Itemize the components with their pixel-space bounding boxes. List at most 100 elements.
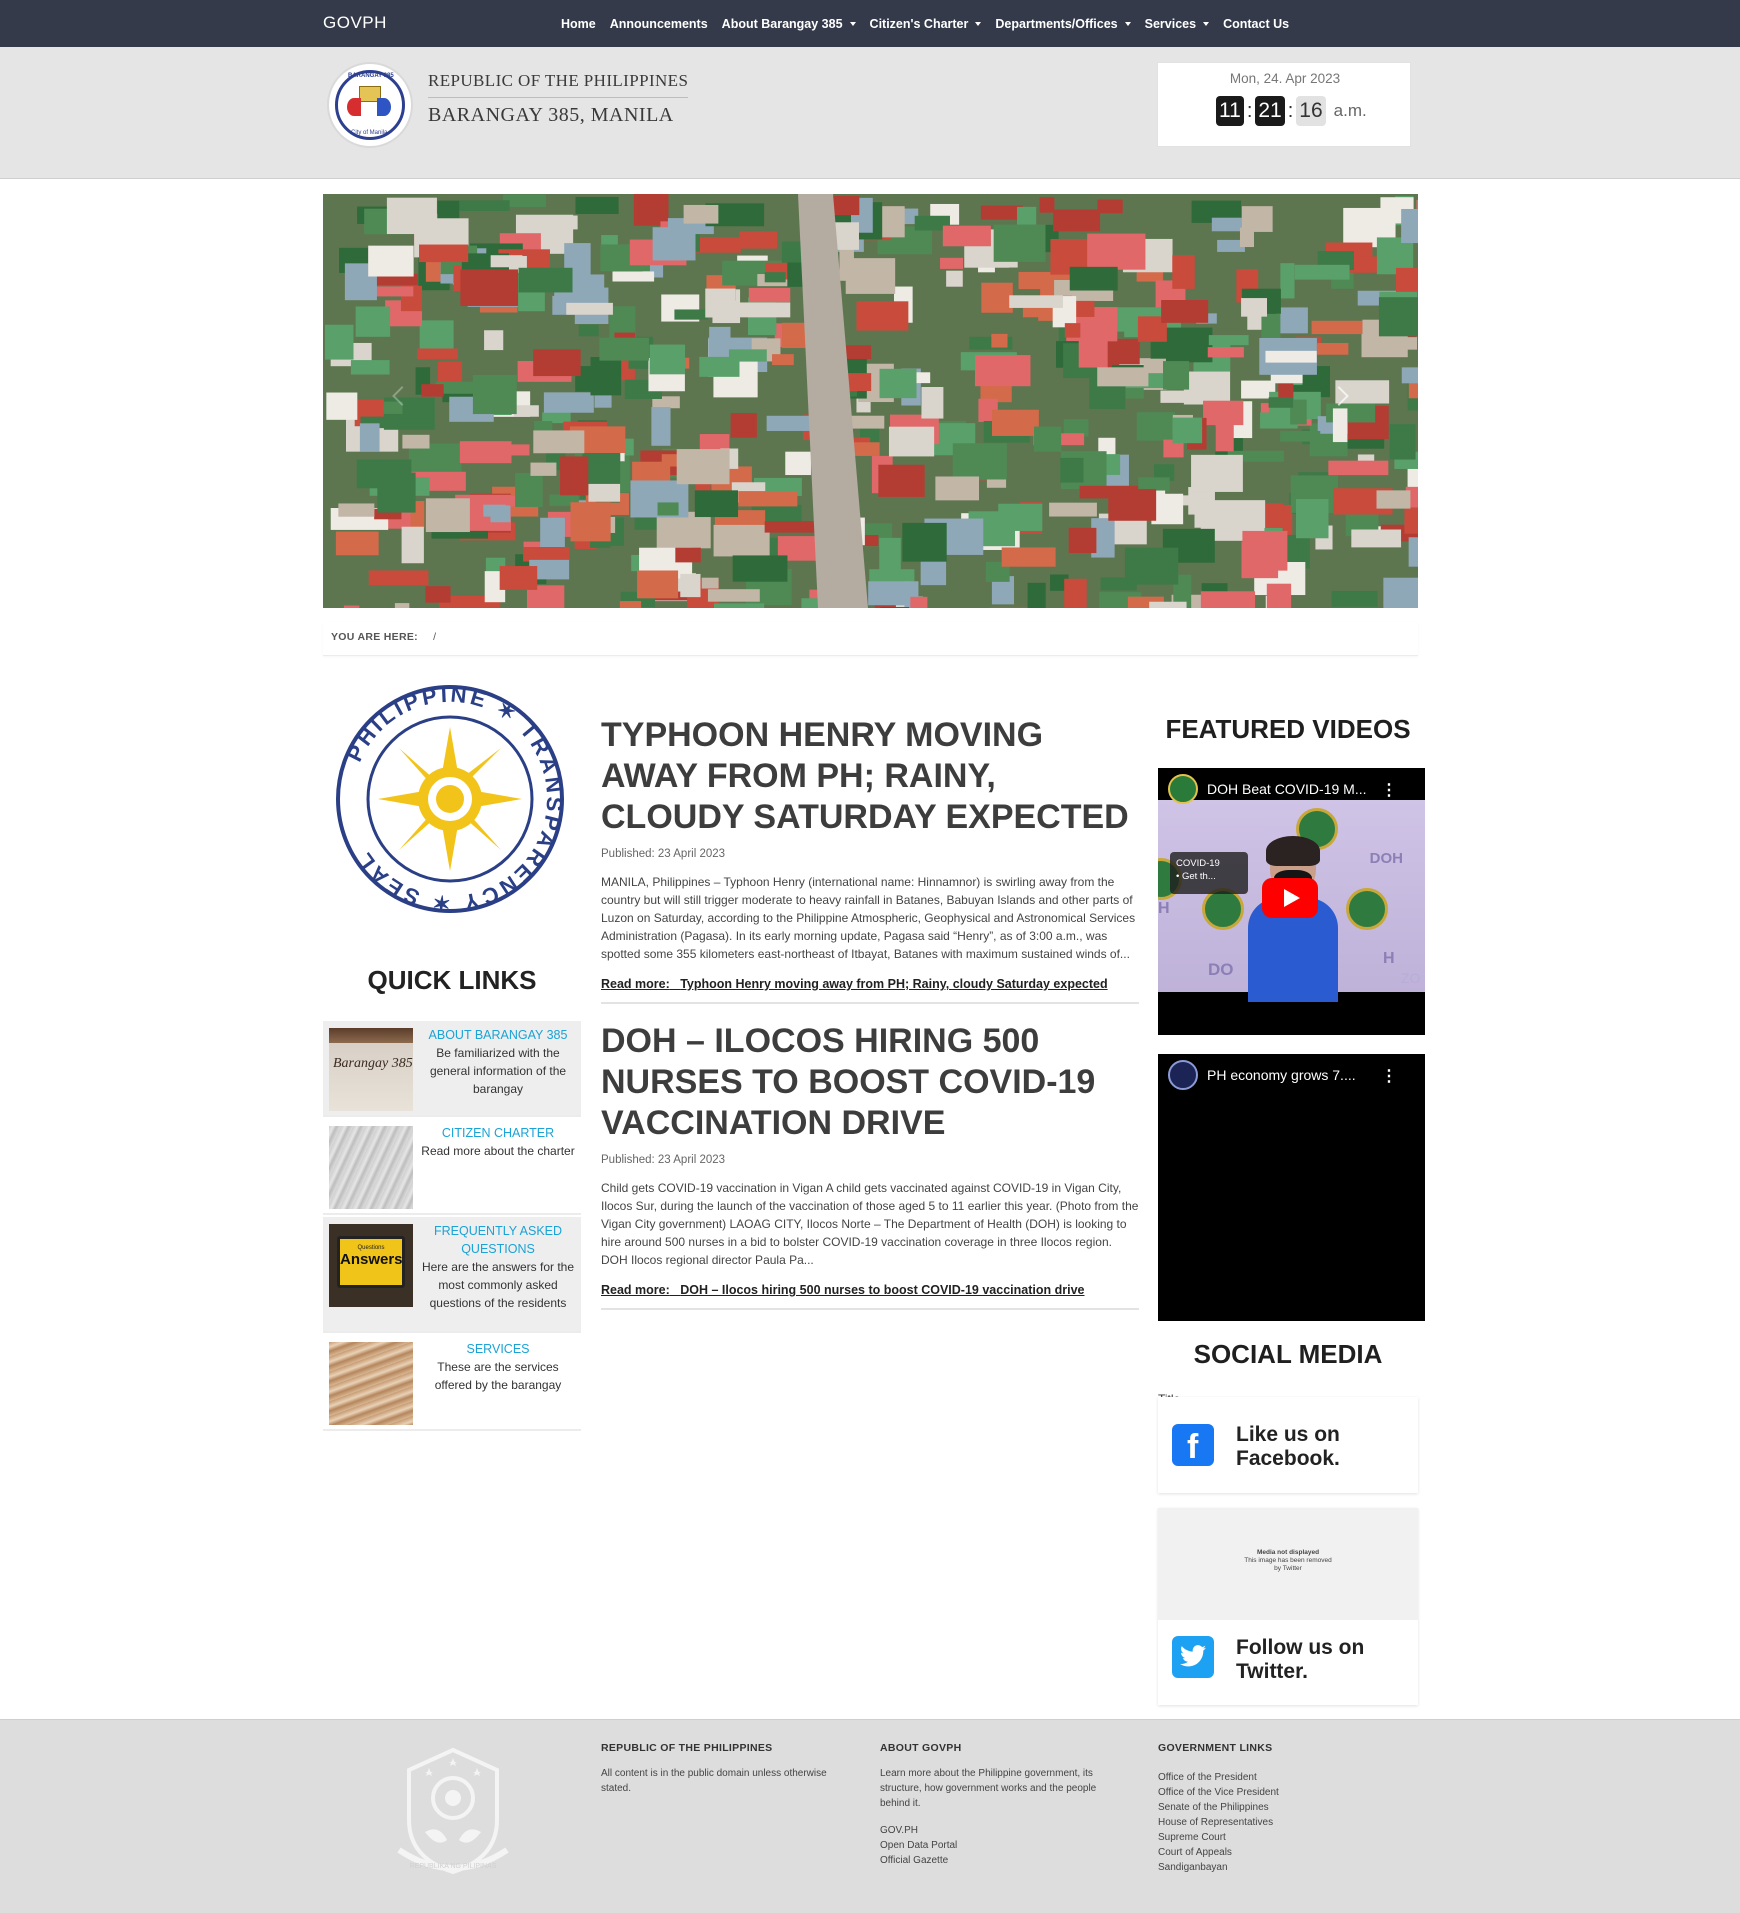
nav-announcements[interactable]: Announcements: [603, 17, 715, 31]
site-title-line2: BARANGAY 385, MANILA: [428, 104, 674, 126]
doh-watermark-side: H: [1158, 900, 1170, 917]
hero-carousel[interactable]: [323, 194, 1418, 608]
rooftop: [335, 531, 379, 556]
rooftop: [530, 462, 557, 476]
nav-citizens-charter[interactable]: Citizen's Charter: [863, 17, 989, 31]
rooftop: [942, 225, 991, 247]
facebook-icon: f: [1172, 1424, 1214, 1466]
nav-departments[interactable]: Departments/Offices: [988, 17, 1137, 31]
footer-link-sandiganbayan[interactable]: Sandiganbayan: [1158, 1860, 1398, 1875]
clock-seconds: 16: [1296, 96, 1326, 126]
youtube-play-icon[interactable]: [1262, 878, 1318, 918]
quick-link-services[interactable]: SERVICES These are the services offered …: [323, 1335, 581, 1431]
more-options-icon[interactable]: ⋮: [1381, 780, 1397, 800]
twitter-label[interactable]: Follow us on Twitter.: [1236, 1636, 1406, 1684]
video-embed-abs[interactable]: PH economy grows 7.... ⋮: [1158, 1054, 1425, 1321]
quick-link-faq-thumbnail: Questions Answers: [329, 1224, 413, 1307]
barangay-seal-logo[interactable]: BARANGAY 385 City of Manila: [327, 62, 413, 148]
rooftop: [921, 386, 944, 419]
video-title[interactable]: DOH Beat COVID-19 M...: [1207, 781, 1366, 797]
footer-link-supreme-court[interactable]: Supreme Court: [1158, 1830, 1398, 1845]
rooftop: [1294, 264, 1350, 280]
rooftop: [566, 302, 613, 315]
rooftop: [459, 441, 512, 464]
article-read-more-link[interactable]: Read more: DOH – Ilocos hiring 500 nurse…: [601, 1283, 1139, 1297]
rooftop: [880, 607, 910, 608]
rooftop: [1009, 295, 1063, 308]
rooftop: [785, 451, 811, 476]
nav-contact-label: Contact Us: [1223, 16, 1290, 31]
quick-link-citizen-charter[interactable]: CITIZEN CHARTER Read more about the char…: [323, 1119, 581, 1215]
rooftop: [733, 302, 791, 318]
rooftop: [484, 330, 504, 351]
more-options-icon[interactable]: ⋮: [1381, 1066, 1397, 1086]
rooftop: [1332, 408, 1348, 443]
rooftop: [368, 570, 429, 586]
rooftop: [421, 384, 444, 397]
quick-link-charter-title[interactable]: CITIZEN CHARTER: [418, 1124, 578, 1142]
transparency-seal-logo[interactable]: PHILIPPINE ✶ TRANSPARENCY ✶ SEAL: [334, 683, 566, 915]
rooftop: [975, 355, 1031, 387]
nav-about-label: About Barangay 385: [721, 16, 843, 31]
rooftop: [594, 393, 612, 408]
rooftop: [343, 605, 360, 608]
rooftop: [417, 348, 458, 360]
footer-link-president[interactable]: Office of the President: [1158, 1770, 1398, 1785]
footer-links: Office of the President Office of the Vi…: [1158, 1770, 1398, 1875]
doh-emblem-icon: [1346, 888, 1388, 930]
abs-cbn-channel-avatar-icon[interactable]: [1168, 1060, 1198, 1090]
nav-services[interactable]: Services: [1138, 17, 1216, 31]
footer-link-govph[interactable]: GOV.PH: [880, 1823, 1120, 1838]
rooftop: [707, 589, 760, 602]
quick-link-faq-title[interactable]: FREQUENTLY ASKED QUESTIONS: [418, 1222, 578, 1258]
footer-link-open-data[interactable]: Open Data Portal: [880, 1838, 1120, 1853]
nav-home[interactable]: Home: [554, 17, 603, 31]
facebook-card[interactable]: f Like us on Facebook.: [1158, 1397, 1418, 1493]
rooftop: [599, 337, 649, 361]
clock-hours: 11: [1216, 96, 1244, 126]
article-title[interactable]: TYPHOON HENRY MOVING AWAY FROM PH; RAINY…: [601, 715, 1139, 838]
seal-red-hand-icon: [347, 98, 361, 116]
nav-contact[interactable]: Contact Us: [1216, 17, 1296, 31]
footer-link-vice-president[interactable]: Office of the Vice President: [1158, 1785, 1398, 1800]
footer-links: GOV.PH Open Data Portal Official Gazette: [880, 1823, 1120, 1868]
quick-link-faq[interactable]: Questions Answers FREQUENTLY ASKED QUEST…: [323, 1217, 581, 1333]
rooftop: [619, 601, 642, 608]
facebook-label[interactable]: Like us on Facebook.: [1236, 1423, 1406, 1471]
footer-link-gazette[interactable]: Official Gazette: [880, 1853, 1120, 1868]
footer-link-court-of-appeals[interactable]: Court of Appeals: [1158, 1845, 1398, 1860]
article-typhoon: TYPHOON HENRY MOVING AWAY FROM PH; RAINY…: [601, 715, 1139, 1004]
rooftop: [1049, 502, 1097, 517]
video-info-card[interactable]: COVID-19 • Get th...: [1170, 852, 1248, 894]
quick-link-about-title[interactable]: ABOUT BARANGAY 385: [418, 1026, 578, 1044]
rooftop: [683, 204, 719, 224]
rooftop: [1172, 255, 1195, 289]
rooftop: [368, 245, 414, 277]
article-title[interactable]: DOH – ILOCOS HIRING 500 NURSES TO BOOST …: [601, 1021, 1139, 1144]
site-title: REPUBLIC OF THE PHILIPPINES BARANGAY 385…: [428, 71, 689, 127]
govph-brand-link[interactable]: GOVPH: [323, 13, 387, 33]
video-embed-doh[interactable]: DOH DO H H ZO COVID-19 • Get th... DOH B…: [1158, 768, 1425, 1035]
speaker-hair: [1266, 836, 1320, 866]
caret-down-icon: [975, 21, 982, 26]
article-read-more-link[interactable]: Read more: Typhoon Henry moving away fro…: [601, 977, 1139, 991]
nav-about[interactable]: About Barangay 385: [715, 17, 863, 31]
quick-link-about[interactable]: Barangay 385 ABOUT BARANGAY 385 Be famil…: [323, 1021, 581, 1117]
rooftop: [705, 288, 736, 318]
rooftop: [748, 287, 791, 303]
doh-channel-avatar-icon[interactable]: [1168, 774, 1198, 804]
twitter-card[interactable]: Media not displayed This image has been …: [1158, 1508, 1418, 1705]
video-title[interactable]: PH economy grows 7....: [1207, 1067, 1356, 1083]
rooftop: [738, 491, 798, 507]
quick-link-services-title[interactable]: SERVICES: [418, 1340, 578, 1358]
media-not-displayed-title: Media not displayed: [1256, 1549, 1320, 1556]
footer-link-house[interactable]: House of Representatives: [1158, 1815, 1398, 1830]
twitter-icon: [1172, 1636, 1214, 1678]
read-more-label: Read more:: [601, 1283, 670, 1297]
footer-link-senate[interactable]: Senate of the Philippines: [1158, 1800, 1398, 1815]
nav-citizens-charter-label: Citizen's Charter: [869, 16, 969, 31]
rooftop: [1136, 412, 1176, 441]
rooftop: [1027, 582, 1046, 608]
rooftop: [728, 349, 767, 362]
footer-col-heading: REPUBLIC OF THE PHILIPPINES: [601, 1742, 773, 1754]
